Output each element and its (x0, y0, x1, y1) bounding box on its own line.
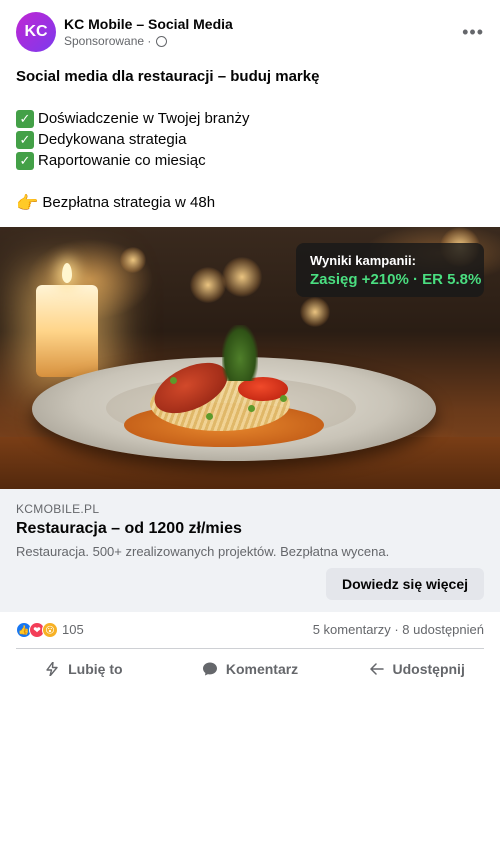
cta-line-text: Bezpłatna strategia w 48h (42, 194, 216, 211)
link-description: Restauracja. 500+ zrealizowanych projekt… (16, 544, 390, 559)
link-headline[interactable]: Restauracja – od 1200 zł/mies (16, 520, 242, 538)
comment-button[interactable]: Komentarz (167, 649, 334, 689)
page-name[interactable]: KC Mobile – Social Media (64, 16, 233, 32)
bullet-text: Dedykowana strategia (38, 131, 187, 148)
avatar[interactable]: KC (16, 12, 56, 52)
bullet-text: Doświadczenie w Twojej branży (38, 110, 250, 127)
more-options-button[interactable]: ••• (462, 22, 484, 43)
comment-icon (202, 661, 218, 677)
stats-value: Zasięg +210% · ER 5.8% (310, 271, 482, 288)
check-icon: ✓ (16, 130, 34, 149)
reaction-icons[interactable]: 👍 ❤ 😮 (16, 622, 58, 638)
pointing-hand-icon: 👉 (16, 192, 39, 213)
comment-label: Komentarz (225, 661, 299, 677)
like-label: Lubię to (68, 661, 123, 677)
campaign-results-badge: Wyniki kampanii: Zasięg +210% · ER 5.8% (296, 243, 484, 297)
action-bar: Lubię to Komentarz Udostępnij (0, 649, 500, 689)
ad-image[interactable]: Wyniki kampanii: Zasięg +210% · ER 5.8% (0, 227, 500, 489)
check-icon: ✓ (16, 151, 34, 170)
cta-line: 👉 Bezpłatna strategia w 48h (16, 192, 484, 213)
link-card[interactable]: KCMOBILE.PL Restauracja – od 1200 zł/mie… (0, 489, 500, 612)
share-label: Udostępnij (392, 661, 465, 677)
sponsored-text: Sponsorowane · (64, 34, 152, 48)
bullet-line: ✓ Raportowanie co miesiąc (16, 150, 484, 171)
share-button[interactable]: Udostępnij (333, 649, 500, 689)
learn-more-button[interactable]: Dowiedz się więcej (326, 568, 484, 600)
bullet-text: Raportowanie co miesiąc (38, 152, 206, 169)
wow-icon: 😮 (42, 622, 58, 638)
candle (36, 285, 98, 377)
post-title: Social media dla restauracji – buduj mar… (16, 68, 320, 85)
comments-shares-count[interactable]: 5 komentarzy · 8 udostępnień (313, 622, 484, 637)
reactions-bar: 👍 ❤ 😮 105 5 komentarzy · 8 udostępnień (16, 612, 484, 649)
link-domain: KCMOBILE.PL (16, 502, 100, 516)
post-header: KC KC Mobile – Social Media Sponsorowane… (16, 12, 484, 52)
candle-flame (62, 263, 72, 283)
sponsored-label: Sponsorowane · (64, 34, 168, 48)
herb-garnish (222, 325, 258, 381)
reaction-count[interactable]: 105 (62, 622, 84, 637)
globe-icon (156, 35, 168, 47)
like-button[interactable]: Lubię to (0, 649, 167, 689)
arrow-left-icon (369, 661, 385, 677)
bullet-line: ✓ Dedykowana strategia (16, 129, 484, 150)
check-icon: ✓ (16, 109, 34, 128)
post-body: Social media dla restauracji – buduj mar… (16, 66, 484, 213)
stats-label: Wyniki kampanii: (310, 253, 416, 268)
lightning-icon (44, 661, 60, 677)
bullet-line: ✓ Doświadczenie w Twojej branży (16, 108, 484, 129)
